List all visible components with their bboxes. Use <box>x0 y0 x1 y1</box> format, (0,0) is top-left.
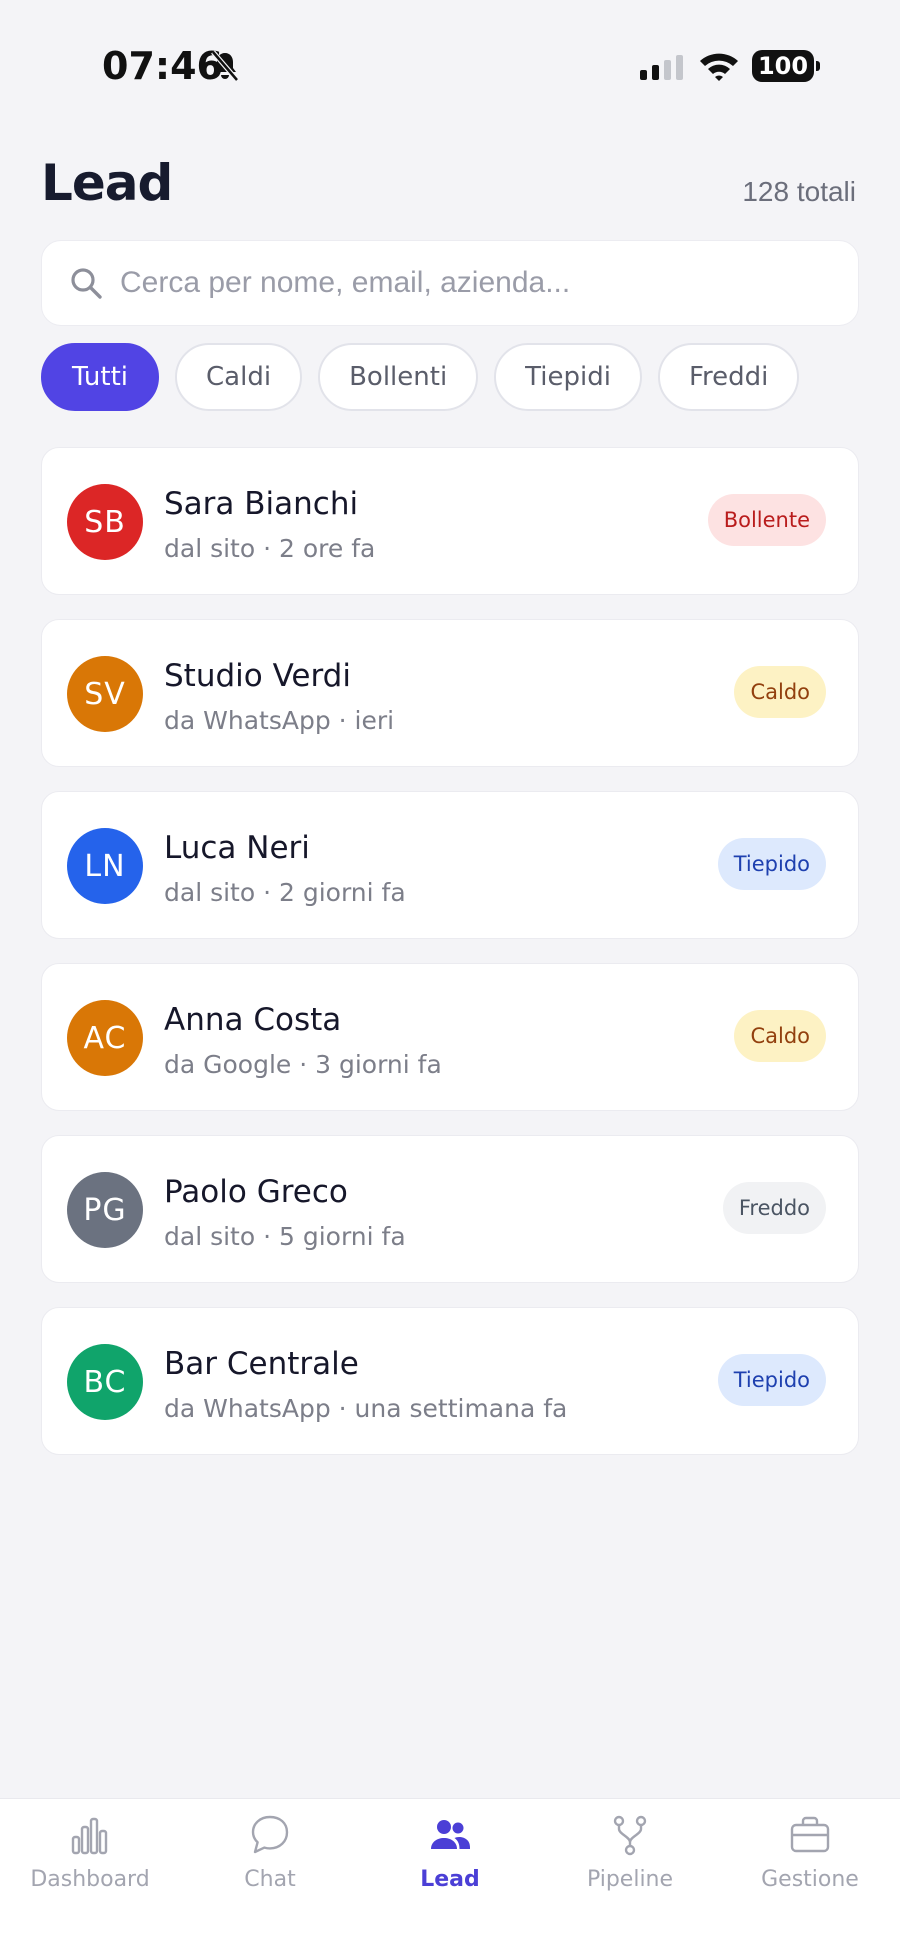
tab-chat[interactable]: Chat <box>180 1799 360 1929</box>
lead-name: Studio Verdi <box>164 658 351 694</box>
filter-chip-bollenti[interactable]: Bollenti <box>318 343 479 411</box>
filter-chips: Tutti Caldi Bollenti Tiepidi Freddi <box>41 343 800 411</box>
chat-bubble-icon <box>251 1815 289 1854</box>
lead-name: Sara Bianchi <box>164 486 359 522</box>
lead-name: Anna Costa <box>164 1002 342 1038</box>
avatar: SV <box>67 656 143 732</box>
search-box[interactable] <box>41 240 859 326</box>
status-badge: Caldo <box>734 666 826 718</box>
status-badge: Tiepido <box>717 838 826 890</box>
tab-label: Lead <box>420 1867 480 1892</box>
wifi-icon <box>700 53 738 81</box>
branch-icon <box>613 1815 647 1856</box>
lead-source-time: da WhatsApp · una settimana fa <box>164 1394 568 1423</box>
tab-pipeline[interactable]: Pipeline <box>540 1799 720 1929</box>
cellular-signal-icon <box>640 55 683 80</box>
lead-source-time: da WhatsApp · ieri <box>164 706 395 735</box>
lead-name: Bar Centrale <box>164 1346 359 1382</box>
lead-card[interactable]: LN Luca Neri dal sito · 2 giorni fa Tiep… <box>41 791 859 939</box>
page-title: Lead <box>41 154 173 212</box>
filter-chip-freddi[interactable]: Freddi <box>657 343 800 411</box>
avatar: SB <box>67 484 143 560</box>
battery-icon: 100 <box>752 50 820 82</box>
lead-source-time: da Google · 3 giorni fa <box>164 1050 442 1079</box>
tab-label: Pipeline <box>586 1867 674 1892</box>
status-badge: Freddo <box>722 1182 826 1234</box>
filter-chip-caldi[interactable]: Caldi <box>175 343 303 411</box>
tab-label: Chat <box>244 1867 296 1892</box>
lead-card[interactable]: SV Studio Verdi da WhatsApp · ieri Caldo <box>41 619 859 767</box>
tab-label: Gestione <box>761 1867 859 1892</box>
total-count: 128 totali <box>742 176 856 207</box>
lead-card[interactable]: SB Sara Bianchi dal sito · 2 ore fa Boll… <box>41 447 859 595</box>
status-badge: Tiepido <box>717 1354 826 1406</box>
avatar: BC <box>67 1344 143 1420</box>
status-time: 07:46 <box>102 44 223 88</box>
lead-card[interactable]: BC Bar Centrale da WhatsApp · una settim… <box>41 1307 859 1455</box>
search-input[interactable] <box>120 241 840 325</box>
bar-chart-icon <box>71 1817 108 1855</box>
lead-source-time: dal sito · 5 giorni fa <box>164 1222 406 1251</box>
tab-gestione[interactable]: Gestione <box>720 1799 900 1929</box>
users-icon <box>431 1820 470 1849</box>
lead-card[interactable]: AC Anna Costa da Google · 3 giorni fa Ca… <box>41 963 859 1111</box>
tab-label: Dashboard <box>30 1867 150 1892</box>
search-icon <box>71 268 102 299</box>
tab-dashboard[interactable]: Dashboard <box>0 1799 180 1929</box>
lead-name: Luca Neri <box>164 830 310 866</box>
lead-list: SB Sara Bianchi dal sito · 2 ore fa Boll… <box>41 447 859 1479</box>
avatar: PG <box>67 1172 143 1248</box>
status-bar: 07:46 100 <box>0 0 900 120</box>
avatar: LN <box>67 828 143 904</box>
status-badge: Caldo <box>734 1010 826 1062</box>
briefcase-icon <box>790 1816 830 1853</box>
filter-chip-tutti[interactable]: Tutti <box>41 343 160 411</box>
lead-source-time: dal sito · 2 ore fa <box>164 534 376 563</box>
filter-chip-tiepidi[interactable]: Tiepidi <box>494 343 642 411</box>
avatar: AC <box>67 1000 143 1076</box>
lead-card[interactable]: PG Paolo Greco dal sito · 5 giorni fa Fr… <box>41 1135 859 1283</box>
status-badge: Bollente <box>707 494 826 546</box>
lead-name: Paolo Greco <box>164 1174 348 1210</box>
tab-lead[interactable]: Lead <box>360 1799 540 1929</box>
bell-off-icon <box>211 50 239 82</box>
lead-source-time: dal sito · 2 giorni fa <box>164 878 406 907</box>
bottom-tab-bar: Dashboard Chat Lead Pipeline Gestione <box>0 1798 900 1955</box>
